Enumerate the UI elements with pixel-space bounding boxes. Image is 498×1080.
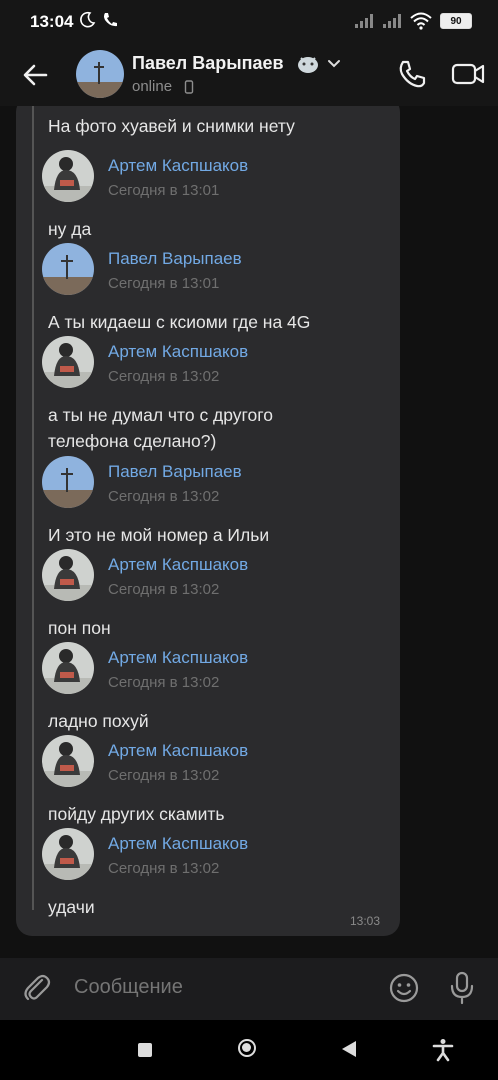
phone-call-icon[interactable] xyxy=(396,58,428,90)
avatar[interactable] xyxy=(42,150,94,202)
message-text: На фото хуавей и снимки нету xyxy=(48,116,295,136)
message-author[interactable]: Артем Каспшаков xyxy=(108,834,248,854)
quote-bar xyxy=(32,106,34,910)
recent-apps-icon[interactable] xyxy=(138,1043,152,1057)
moon-icon xyxy=(80,11,96,28)
message-time: Сегодня в 13:02 xyxy=(108,860,220,877)
signal-icon xyxy=(355,14,373,28)
status-right-icons: 90 xyxy=(354,12,472,30)
bubble-timestamp: 13:03 xyxy=(350,914,381,928)
message-text: ладно похуй xyxy=(48,711,149,731)
chat-header: Павел Варыпаев online xyxy=(0,44,498,106)
status-time: 13:04 xyxy=(30,12,74,31)
battery-icon: 90 xyxy=(440,13,472,29)
avatar[interactable] xyxy=(42,336,94,388)
message-author[interactable]: Артем Каспшаков xyxy=(108,741,248,761)
message-time: Сегодня в 13:02 xyxy=(108,368,220,385)
message-author[interactable]: Павел Варыпаев xyxy=(108,249,242,269)
home-icon[interactable] xyxy=(238,1039,256,1057)
message-time: Сегодня в 13:02 xyxy=(108,488,220,505)
microphone-icon[interactable] xyxy=(446,970,478,1006)
nav-back-icon[interactable] xyxy=(342,1041,356,1057)
message-text: И это не мой номер а Ильи xyxy=(48,525,270,545)
message-author[interactable]: Павел Варыпаев xyxy=(108,462,242,482)
signal-icon xyxy=(383,14,401,28)
message-text: удачи xyxy=(48,897,95,917)
message-text: а ты не думал что с другого телефона сде… xyxy=(48,405,274,451)
status-left-icons xyxy=(78,11,118,29)
message-time: Сегодня в 13:01 xyxy=(108,275,220,292)
message-author[interactable]: Артем Каспшаков xyxy=(108,156,248,176)
message-composer xyxy=(0,958,498,1020)
avatar[interactable] xyxy=(42,642,94,694)
message-time: Сегодня в 13:01 xyxy=(108,182,220,199)
message-list[interactable]: На фото хуавей и снимки нету Артем Каспш… xyxy=(0,106,498,958)
back-arrow-icon[interactable] xyxy=(18,58,52,92)
status-bar: 13:04 90 xyxy=(0,0,498,44)
avatar[interactable] xyxy=(42,549,94,601)
message-text: пон пон xyxy=(48,618,111,638)
message-author[interactable]: Артем Каспшаков xyxy=(108,342,248,362)
avatar[interactable] xyxy=(42,456,94,508)
avatar[interactable] xyxy=(42,243,94,295)
contact-status: online xyxy=(132,78,173,95)
attach-icon[interactable] xyxy=(20,972,52,1006)
video-call-icon[interactable] xyxy=(450,58,486,90)
message-author[interactable]: Артем Каспшаков xyxy=(108,555,248,575)
message-time: Сегодня в 13:02 xyxy=(108,674,220,691)
accessibility-icon[interactable] xyxy=(432,1038,454,1062)
message-author[interactable]: Артем Каспшаков xyxy=(108,648,248,668)
contact-name[interactable]: Павел Варыпаев xyxy=(132,53,284,74)
message-time: Сегодня в 13:02 xyxy=(108,581,220,598)
avatar[interactable] xyxy=(76,50,124,98)
system-nav-bar xyxy=(0,1020,498,1080)
avatar[interactable] xyxy=(42,735,94,787)
phone-icon xyxy=(104,13,117,27)
message-text: пойду других скамить xyxy=(48,804,225,824)
avatar[interactable] xyxy=(42,828,94,880)
wifi-icon xyxy=(410,12,432,30)
mobile-icon xyxy=(184,80,194,94)
message-text: А ты кидаеш с ксиоми где на 4G xyxy=(48,312,311,332)
emoji-icon[interactable] xyxy=(388,972,420,1004)
message-text: ну да xyxy=(48,219,92,239)
chevron-down-icon[interactable] xyxy=(326,58,342,70)
message-time: Сегодня в 13:02 xyxy=(108,767,220,784)
message-input[interactable] xyxy=(72,975,341,1000)
sticker-icon xyxy=(298,57,318,73)
